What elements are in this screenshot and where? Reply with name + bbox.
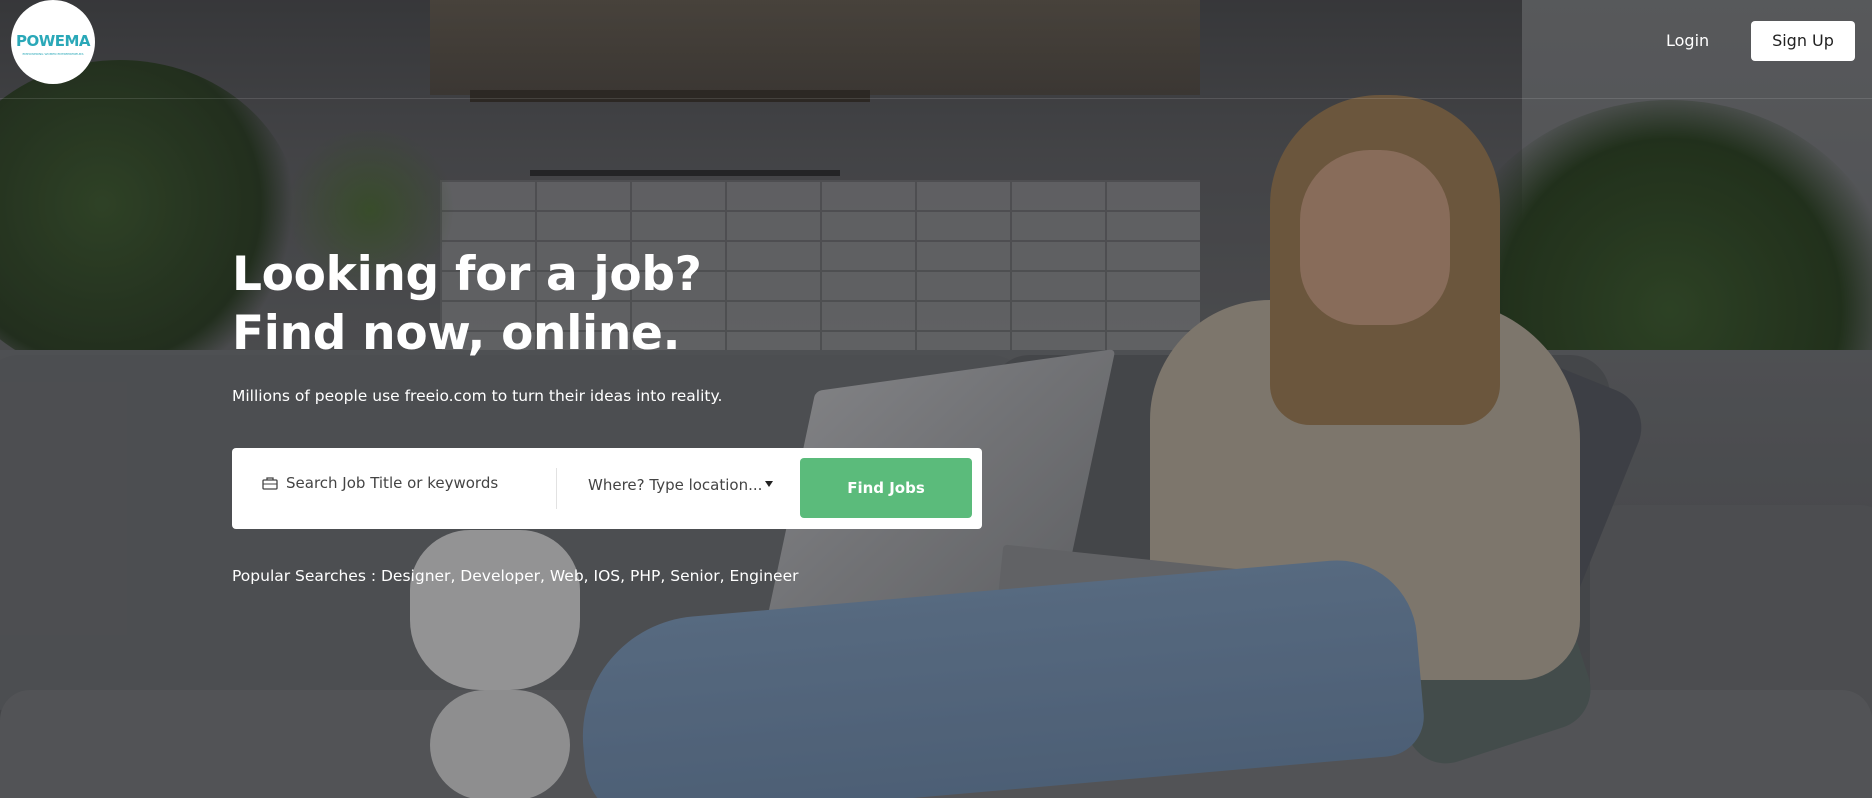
keyword-search-input[interactable] (286, 474, 546, 492)
popular-term-senior[interactable]: Senior (670, 567, 719, 585)
find-jobs-button[interactable]: Find Jobs (800, 458, 972, 518)
job-search-bar: Where? Type location... Find Jobs (232, 448, 982, 529)
hero-headline-line1: Looking for a job? (232, 247, 702, 302)
hero-subtitle: Millions of people use freeio.com to tur… (232, 387, 723, 405)
site-header: POWEMA EMPOWERING WOMEN ENTREPRENEURS Lo… (0, 0, 1872, 99)
popular-term-engineer[interactable]: Engineer (729, 567, 798, 585)
keyword-field (262, 474, 546, 492)
logo-text: POWEMA (15, 32, 91, 50)
caret-down-icon (765, 481, 773, 487)
popular-term-designer[interactable]: Designer (381, 567, 450, 585)
popular-term-php[interactable]: PHP (630, 567, 660, 585)
signup-button[interactable]: Sign Up (1751, 21, 1855, 61)
location-placeholder: Where? Type location... (588, 476, 763, 494)
popular-term-developer[interactable]: Developer (460, 567, 540, 585)
location-select[interactable]: Where? Type location... (588, 476, 778, 494)
login-link[interactable]: Login (1666, 24, 1709, 58)
popular-searches-label: Popular Searches : (232, 567, 377, 585)
site-logo[interactable]: POWEMA EMPOWERING WOMEN ENTREPRENEURS (11, 0, 95, 84)
hero-heading: Looking for a job? Find now, online. (232, 245, 702, 363)
search-divider (556, 468, 557, 509)
popular-term-web[interactable]: Web (550, 567, 584, 585)
popular-term-ios[interactable]: IOS (594, 567, 621, 585)
popular-searches: Popular Searches : Designer, Developer, … (232, 567, 799, 585)
hero-headline-line2: Find now, online. (232, 306, 681, 361)
logo-tagline: EMPOWERING WOMEN ENTREPRENEURS (22, 52, 84, 56)
briefcase-icon (262, 477, 278, 490)
